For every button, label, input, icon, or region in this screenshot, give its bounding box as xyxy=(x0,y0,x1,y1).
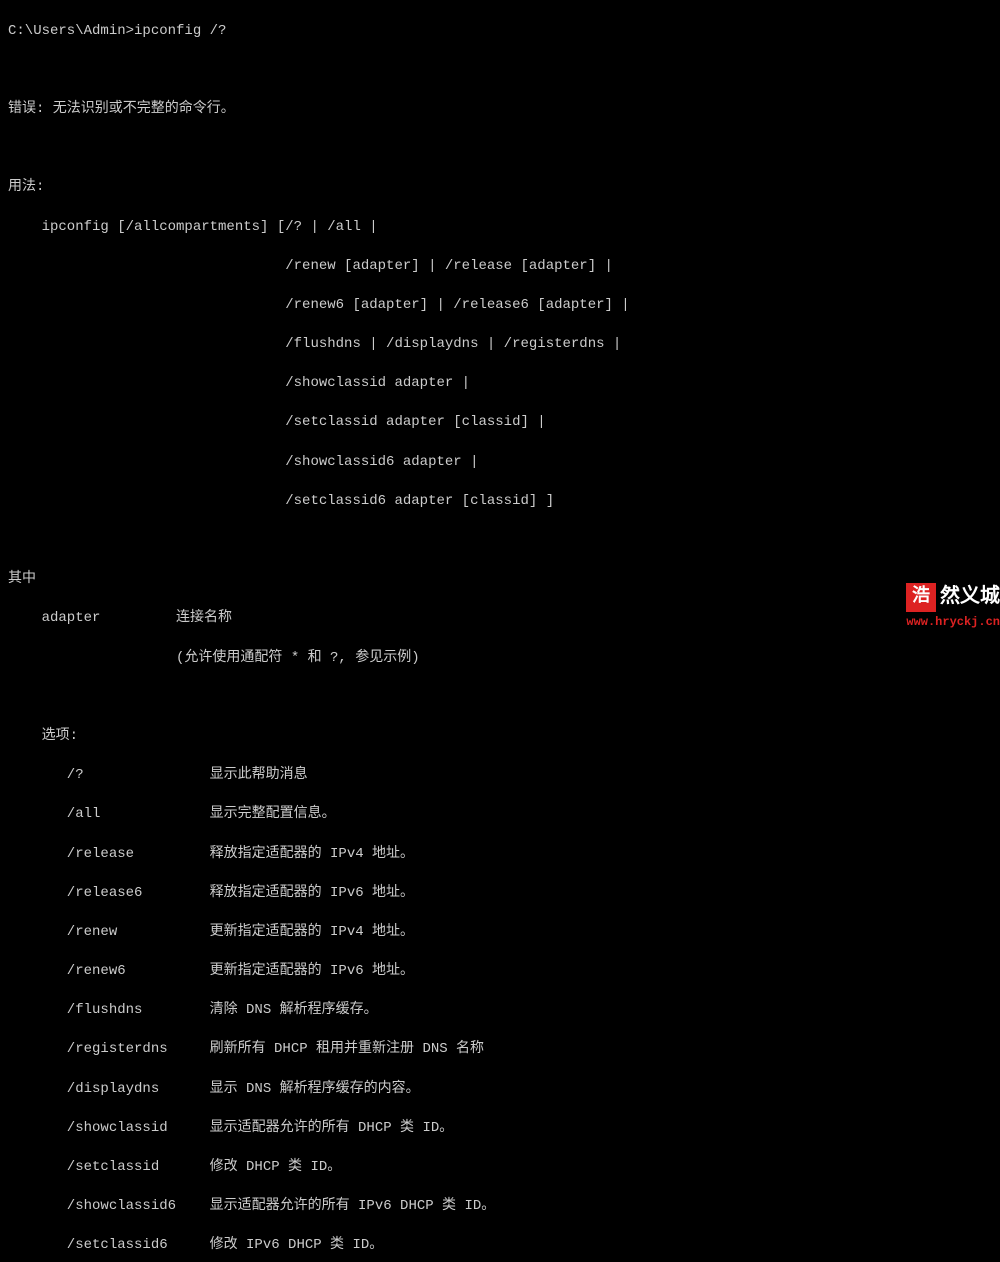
terminal-output: C:\Users\Admin>ipconfig /? 错误: 无法识别或不完整的… xyxy=(8,2,992,1262)
option-line: /renew6 更新指定适配器的 IPv6 地址。 xyxy=(8,962,992,982)
error-line: 错误: 无法识别或不完整的命令行。 xyxy=(8,100,992,120)
option-line: /displaydns 显示 DNS 解析程序缓存的内容。 xyxy=(8,1080,992,1100)
watermark: 浩然义城 www.hryckj.cn xyxy=(906,583,1000,631)
option-line: /setclassid6 修改 IPv6 DHCP 类 ID。 xyxy=(8,1236,992,1256)
option-line: /? 显示此帮助消息 xyxy=(8,766,992,786)
usage-line: /showclassid adapter | xyxy=(8,374,992,394)
watermark-text: 然义城 xyxy=(940,584,1000,612)
adapter-label: adapter 连接名称 xyxy=(8,609,992,629)
blank-line xyxy=(8,139,992,159)
option-line: /renew 更新指定适配器的 IPv4 地址。 xyxy=(8,923,992,943)
usage-line: /setclassid adapter [classid] | xyxy=(8,413,992,433)
option-line: /flushdns 清除 DNS 解析程序缓存。 xyxy=(8,1001,992,1021)
usage-line: /renew6 [adapter] | /release6 [adapter] … xyxy=(8,296,992,316)
option-line: /release6 释放指定适配器的 IPv6 地址。 xyxy=(8,884,992,904)
usage-line: /showclassid6 adapter | xyxy=(8,453,992,473)
usage-line: /setclassid6 adapter [classid] ] xyxy=(8,492,992,512)
where-header: 其中 xyxy=(8,570,992,590)
option-line: /showclassid 显示适配器允许的所有 DHCP 类 ID。 xyxy=(8,1119,992,1139)
option-line: /registerdns 刷新所有 DHCP 租用并重新注册 DNS 名称 xyxy=(8,1040,992,1060)
usage-line: /renew [adapter] | /release [adapter] | xyxy=(8,257,992,277)
adapter-note: (允许使用通配符 * 和 ?, 参见示例) xyxy=(8,649,992,669)
usage-line: /flushdns | /displaydns | /registerdns | xyxy=(8,335,992,355)
usage-line: ipconfig [/allcompartments] [/? | /all | xyxy=(8,218,992,238)
option-line: /showclassid6 显示适配器允许的所有 IPv6 DHCP 类 ID。 xyxy=(8,1197,992,1217)
options-header: 选项: xyxy=(8,727,992,747)
usage-header: 用法: xyxy=(8,178,992,198)
option-line: /all 显示完整配置信息。 xyxy=(8,805,992,825)
watermark-logo-box: 浩 xyxy=(906,583,936,612)
blank-line xyxy=(8,688,992,708)
blank-line xyxy=(8,61,992,81)
prompt-line: C:\Users\Admin>ipconfig /? xyxy=(8,22,992,42)
option-line: /setclassid 修改 DHCP 类 ID。 xyxy=(8,1158,992,1178)
watermark-url: www.hryckj.cn xyxy=(906,614,1000,631)
blank-line xyxy=(8,531,992,551)
option-line: /release 释放指定适配器的 IPv4 地址。 xyxy=(8,845,992,865)
